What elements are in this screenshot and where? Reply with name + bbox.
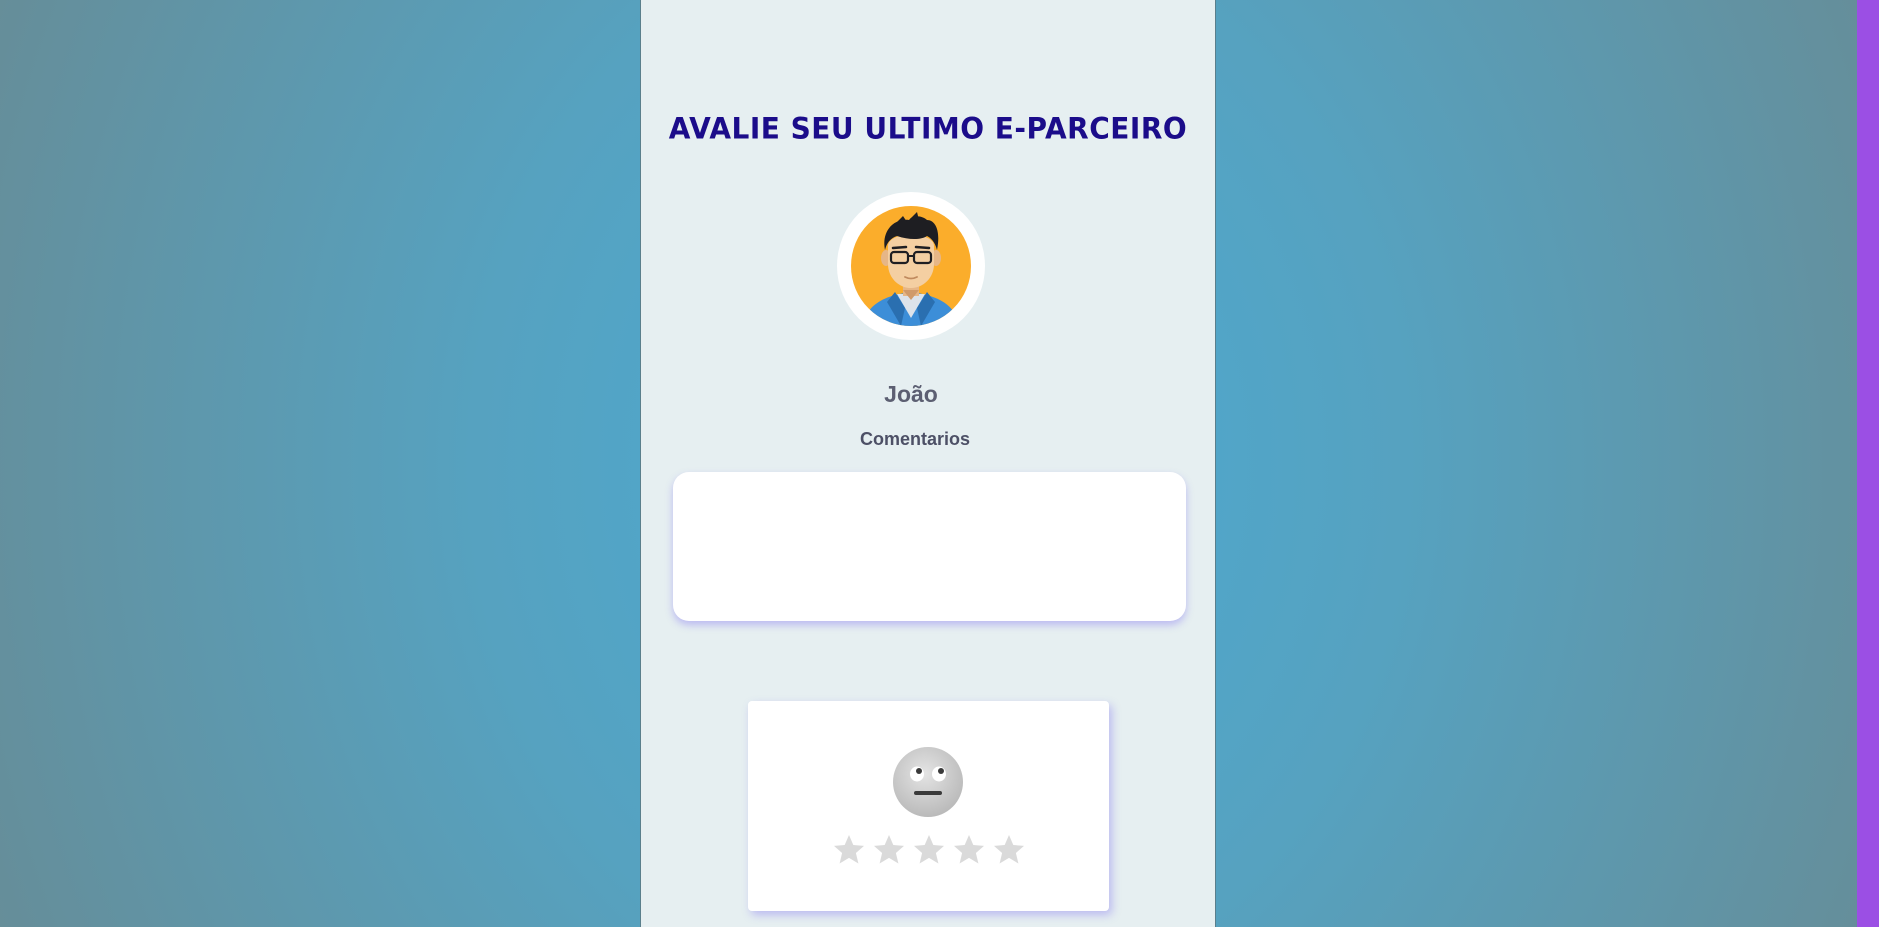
star-4-icon[interactable] — [949, 830, 989, 870]
star-3-icon[interactable] — [909, 830, 949, 870]
comments-label: Comentarios — [859, 429, 971, 449]
comments-textarea[interactable] — [673, 472, 1186, 621]
man-with-glasses-avatar-icon — [851, 206, 971, 326]
avatar — [837, 192, 985, 340]
right-accent-strip — [1857, 0, 1879, 927]
star-rating — [748, 830, 1109, 870]
rating-panel: AVALIE SEU ULTIMO E-PARCEIRO João Coment… — [640, 0, 1216, 927]
star-2-icon[interactable] — [869, 830, 909, 870]
neutral-face-icon — [893, 747, 963, 817]
star-5-icon[interactable] — [989, 830, 1029, 870]
star-1-icon[interactable] — [829, 830, 869, 870]
partner-name: João — [884, 381, 938, 407]
page-title: AVALIE SEU ULTIMO E-PARCEIRO — [668, 111, 1188, 146]
rating-card — [748, 701, 1109, 911]
